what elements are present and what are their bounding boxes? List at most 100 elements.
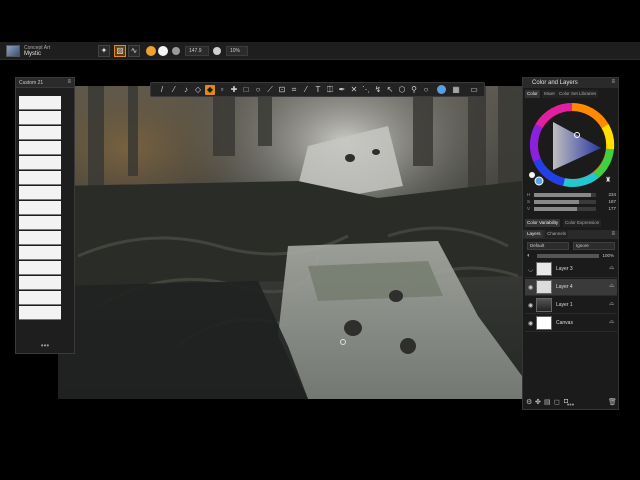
layer-options-icon[interactable]: ⌓ <box>609 265 614 272</box>
tab-color-set-libraries[interactable]: Color Set Libraries <box>557 90 599 98</box>
layer-name: Canvas <box>556 320 573 326</box>
opacity-dot-icon <box>213 47 221 55</box>
symmetry-icon[interactable]: ✕ <box>349 85 359 95</box>
brush-variant-item[interactable] <box>19 231 61 245</box>
grid-icon[interactable]: ▦ <box>451 85 461 95</box>
saturation-value[interactable]: 187 <box>608 199 616 204</box>
fill-icon[interactable]: ◆ <box>205 85 215 95</box>
color-blend-icon[interactable] <box>435 85 447 95</box>
layer-options-icon[interactable]: ⌓ <box>609 283 614 290</box>
brush-variant-item[interactable] <box>19 246 61 260</box>
brush-variant-item[interactable] <box>19 111 61 125</box>
zoom-icon[interactable]: ⚲ <box>409 85 419 95</box>
brush-variant-item[interactable] <box>19 291 61 305</box>
brush-panel-header: Custom 21 ≡ <box>16 78 74 88</box>
hue-value[interactable]: 234 <box>608 192 616 197</box>
size-dot-icon <box>172 47 180 55</box>
layer-adjust-icon[interactable]: ▫ <box>217 85 227 95</box>
brush-settings-icon[interactable]: ✦ <box>98 45 110 57</box>
value-slider[interactable]: V 177 <box>527 206 616 212</box>
brush-variant-item[interactable] <box>19 201 61 215</box>
brush-variant-item[interactable] <box>19 276 61 290</box>
canvas-artwork <box>58 86 522 399</box>
opacity-field[interactable]: 10% <box>226 46 248 56</box>
layer-row[interactable]: ◡ Layer 3 ⌓ <box>525 261 617 278</box>
tab-color-expression[interactable]: Color Expression <box>563 219 602 227</box>
additional-color-swatch[interactable] <box>158 46 168 56</box>
saturation-slider[interactable]: S 187 <box>527 199 616 205</box>
tab-color[interactable]: Color <box>525 90 540 98</box>
layer-row[interactable]: ◉ Layer 4 ⌓ <box>525 279 617 296</box>
tab-channels[interactable]: Channels <box>545 230 569 238</box>
paint-mode-icon[interactable]: ▨ <box>114 45 126 57</box>
size-field[interactable]: 147.9 <box>185 46 209 56</box>
layer-name: Layer 1 <box>556 302 573 308</box>
brush-variant-label[interactable]: Mystic <box>24 51 41 57</box>
painting-canvas[interactable] <box>58 86 522 399</box>
rect-select-icon[interactable]: □ <box>241 85 251 95</box>
brush-panel-more[interactable]: ••• <box>16 341 74 350</box>
value-value[interactable]: 177 <box>608 206 616 211</box>
layer-thumbnail <box>536 280 552 294</box>
grab-icon[interactable]: ○ <box>421 85 431 95</box>
pen-icon[interactable]: ✒ <box>337 85 347 95</box>
main-color-swatch[interactable] <box>146 46 156 56</box>
layer-opacity-value[interactable]: 100% <box>602 253 614 258</box>
layers-panel-more[interactable]: ••• <box>523 402 618 409</box>
brush-icon[interactable]: / <box>157 85 167 95</box>
visibility-icon[interactable]: ◉ <box>528 320 533 327</box>
visibility-icon[interactable]: ◉ <box>528 284 533 291</box>
brush-variant-item[interactable] <box>19 126 61 140</box>
brush-variant-item[interactable] <box>19 171 61 185</box>
layer-options-icon[interactable]: ⌓ <box>609 319 614 326</box>
dodge-icon[interactable]: ↖ <box>385 85 395 95</box>
move-icon[interactable]: ✚ <box>229 85 239 95</box>
stroke-mode-icon[interactable]: ∿ <box>128 45 140 57</box>
eraser-icon[interactable]: ◇ <box>193 85 203 95</box>
brush-category-title[interactable]: Custom 21 <box>19 80 43 86</box>
layer-options-icon[interactable]: ⌓ <box>609 301 614 308</box>
color-tools-icon[interactable]: ♜ <box>605 176 611 184</box>
layer-name: Layer 3 <box>556 266 573 272</box>
tab-color-variability[interactable]: Color Variability <box>525 219 561 227</box>
brush-variant-item[interactable] <box>19 156 61 170</box>
blend-mode-select[interactable]: Ignore <box>573 242 615 250</box>
hue-slider[interactable]: H 234 <box>527 192 616 198</box>
main-color-swatch <box>534 176 544 186</box>
layer-row[interactable]: ◉ Layer 1 ⌓ <box>525 297 617 314</box>
shape-icon[interactable]: ⁄ <box>301 85 311 95</box>
brush-variant-item[interactable] <box>19 306 61 320</box>
smudge-icon[interactable]: ↯ <box>373 85 383 95</box>
panel-menu-icon[interactable]: ≡ <box>611 79 615 85</box>
brush-category-icon[interactable] <box>6 45 20 57</box>
layers-panel-header: Layers Channels ≡ <box>523 230 618 239</box>
panel-menu-icon[interactable]: ≡ <box>611 231 615 237</box>
ruler-icon[interactable]: ⎅ <box>325 85 335 95</box>
eyedropper-icon[interactable]: ♪ <box>181 85 191 95</box>
composite-method-select[interactable]: Default <box>527 242 569 250</box>
brush-variant-item[interactable] <box>19 261 61 275</box>
visibility-icon[interactable]: ◡ <box>528 266 533 273</box>
layer-opacity-slider[interactable] <box>537 254 599 258</box>
layer-row[interactable]: ◉ Canvas ⌓ <box>525 315 617 332</box>
brush-variant-item[interactable] <box>19 216 61 230</box>
visibility-icon[interactable]: ◉ <box>528 302 533 309</box>
layer-lock-icon[interactable]: ◐ <box>527 253 531 259</box>
panel-menu-icon[interactable]: ≡ <box>67 79 71 85</box>
text-icon[interactable]: T <box>313 85 323 95</box>
tab-layers[interactable]: Layers <box>525 230 543 238</box>
brush-variant-item[interactable] <box>19 186 61 200</box>
lasso-icon[interactable]: ○ <box>253 85 263 95</box>
property-bar: Concept Art Mystic ✦ ▨ ∿ 147.9 10% <box>0 42 640 60</box>
pencil-icon[interactable]: ⁄ <box>169 85 179 95</box>
color-wheel[interactable] <box>529 102 615 188</box>
burn-icon[interactable]: ⬡ <box>397 85 407 95</box>
tab-mixer[interactable]: Mixer <box>542 90 557 98</box>
magic-wand-icon[interactable]: ⟋ <box>265 85 275 95</box>
clone-icon[interactable]: ⋱ <box>361 85 371 95</box>
transform-icon[interactable]: ⊡ <box>277 85 287 95</box>
screen-icon[interactable]: ▭ <box>469 85 479 95</box>
crop-icon[interactable]: ⌗ <box>289 85 299 95</box>
brush-variant-item[interactable] <box>19 141 61 155</box>
brush-variant-item[interactable] <box>19 96 61 110</box>
